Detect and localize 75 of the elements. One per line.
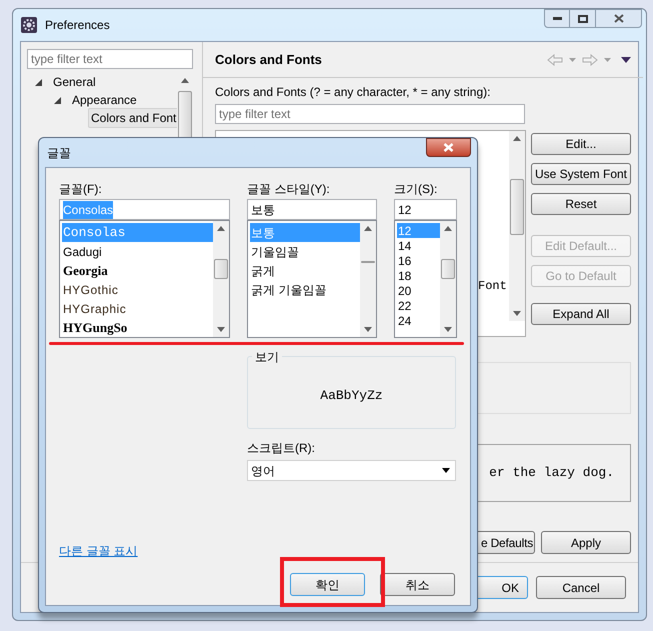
list-option[interactable]: 22 xyxy=(397,298,440,313)
minimize-button[interactable] xyxy=(544,9,570,28)
list-option[interactable]: 20 xyxy=(397,283,440,298)
scroll-thumb[interactable] xyxy=(361,261,375,263)
more-fonts-link[interactable]: 다른 글꼴 표시 xyxy=(59,542,138,560)
side-button[interactable]: Use System Font xyxy=(531,163,631,185)
field-label: 크기(S): xyxy=(394,181,438,198)
list-option[interactable]: 16 xyxy=(397,253,440,268)
list-option[interactable]: HYGothic xyxy=(62,280,213,299)
dialog-title: 글꼴 xyxy=(47,144,71,162)
view-menu-icon[interactable] xyxy=(621,56,631,62)
field-label: 글꼴 스타일(Y): xyxy=(247,181,331,198)
footer-button[interactable]: Apply xyxy=(541,531,631,554)
text-field[interactable]: 12 xyxy=(394,199,457,220)
side-button[interactable]: Reset xyxy=(531,193,631,215)
dialog-button[interactable]: Cancel xyxy=(536,576,626,599)
window-title: Preferences xyxy=(45,17,110,34)
dialog-button[interactable]: 확인 xyxy=(290,573,365,596)
preview-text: er the lazy dog. xyxy=(489,464,614,482)
tree-item[interactable]: Font xyxy=(478,279,507,293)
close-button[interactable] xyxy=(596,9,642,28)
side-button[interactable]: Edit... xyxy=(531,133,631,155)
field-label: 글꼴(F): xyxy=(59,181,103,198)
list-option[interactable]: Georgia xyxy=(62,261,213,280)
dialog-button[interactable]: 취소 xyxy=(380,573,455,596)
maximize-button[interactable] xyxy=(570,9,596,28)
tree-item[interactable]: Appearance xyxy=(69,90,140,110)
filter-field[interactable]: type filter text xyxy=(27,49,193,69)
scroll-up-icon[interactable] xyxy=(181,78,189,83)
scroll-down-icon[interactable] xyxy=(444,327,452,332)
list-option[interactable]: 14 xyxy=(397,238,440,253)
scroll-up-icon[interactable] xyxy=(513,136,521,141)
list-option[interactable]: 기울임꼴 xyxy=(250,242,360,261)
tree-item[interactable]: Colors and Font xyxy=(88,108,180,128)
list-option[interactable]: HYGraphic xyxy=(62,299,213,318)
scroll-down-icon[interactable] xyxy=(364,327,372,332)
dropdown-caret-icon xyxy=(442,468,450,473)
scroll-thumb[interactable] xyxy=(441,259,455,279)
list-option[interactable]: 24 xyxy=(397,313,440,328)
filter-field[interactable]: type filter text xyxy=(215,104,525,124)
scroll-thumb[interactable] xyxy=(510,179,524,235)
close-icon xyxy=(614,14,624,23)
page-title: Colors and Fonts xyxy=(215,50,322,69)
field-label: 스크립트(R): xyxy=(247,440,316,457)
minimize-icon xyxy=(552,17,562,20)
filter-label: Colors and Fonts (? = any character, * = any string): xyxy=(215,84,492,101)
scrollbar[interactable] xyxy=(440,221,456,337)
side-button[interactable]: Expand All xyxy=(531,303,631,325)
text-field[interactable]: 보통 xyxy=(247,199,377,220)
scrollbar[interactable] xyxy=(509,131,525,321)
field-value: Consolas xyxy=(63,200,114,218)
maximize-icon xyxy=(578,14,588,22)
close-icon xyxy=(443,143,454,152)
sample-text: AaBbYyZz xyxy=(320,386,383,405)
list-option[interactable]: 굵게 xyxy=(250,261,360,280)
list-option[interactable]: HYGungSo xyxy=(62,318,213,337)
field-value: 보통 xyxy=(251,202,275,218)
list-option[interactable]: Gadugi xyxy=(62,242,213,261)
gear-icon xyxy=(21,17,37,33)
scroll-thumb[interactable] xyxy=(214,259,228,279)
scroll-up-icon[interactable] xyxy=(217,226,225,231)
tree-item[interactable]: General xyxy=(50,72,99,92)
scroll-down-icon[interactable] xyxy=(513,311,521,316)
scroll-up-icon[interactable] xyxy=(444,226,452,231)
expanded-triangle-icon[interactable] xyxy=(54,96,61,104)
script-select[interactable]: 영어 xyxy=(247,460,456,481)
scrollbar[interactable] xyxy=(360,221,376,337)
list-option[interactable]: 18 xyxy=(397,268,440,283)
close-button[interactable] xyxy=(426,138,471,157)
list-option[interactable]: 굵게 기울임꼴 xyxy=(250,280,360,299)
field-value: 12 xyxy=(398,202,412,218)
scroll-up-icon[interactable] xyxy=(364,226,372,231)
scroll-down-icon[interactable] xyxy=(217,327,225,332)
scrollbar[interactable] xyxy=(213,221,229,337)
expanded-triangle-icon[interactable] xyxy=(35,78,42,86)
